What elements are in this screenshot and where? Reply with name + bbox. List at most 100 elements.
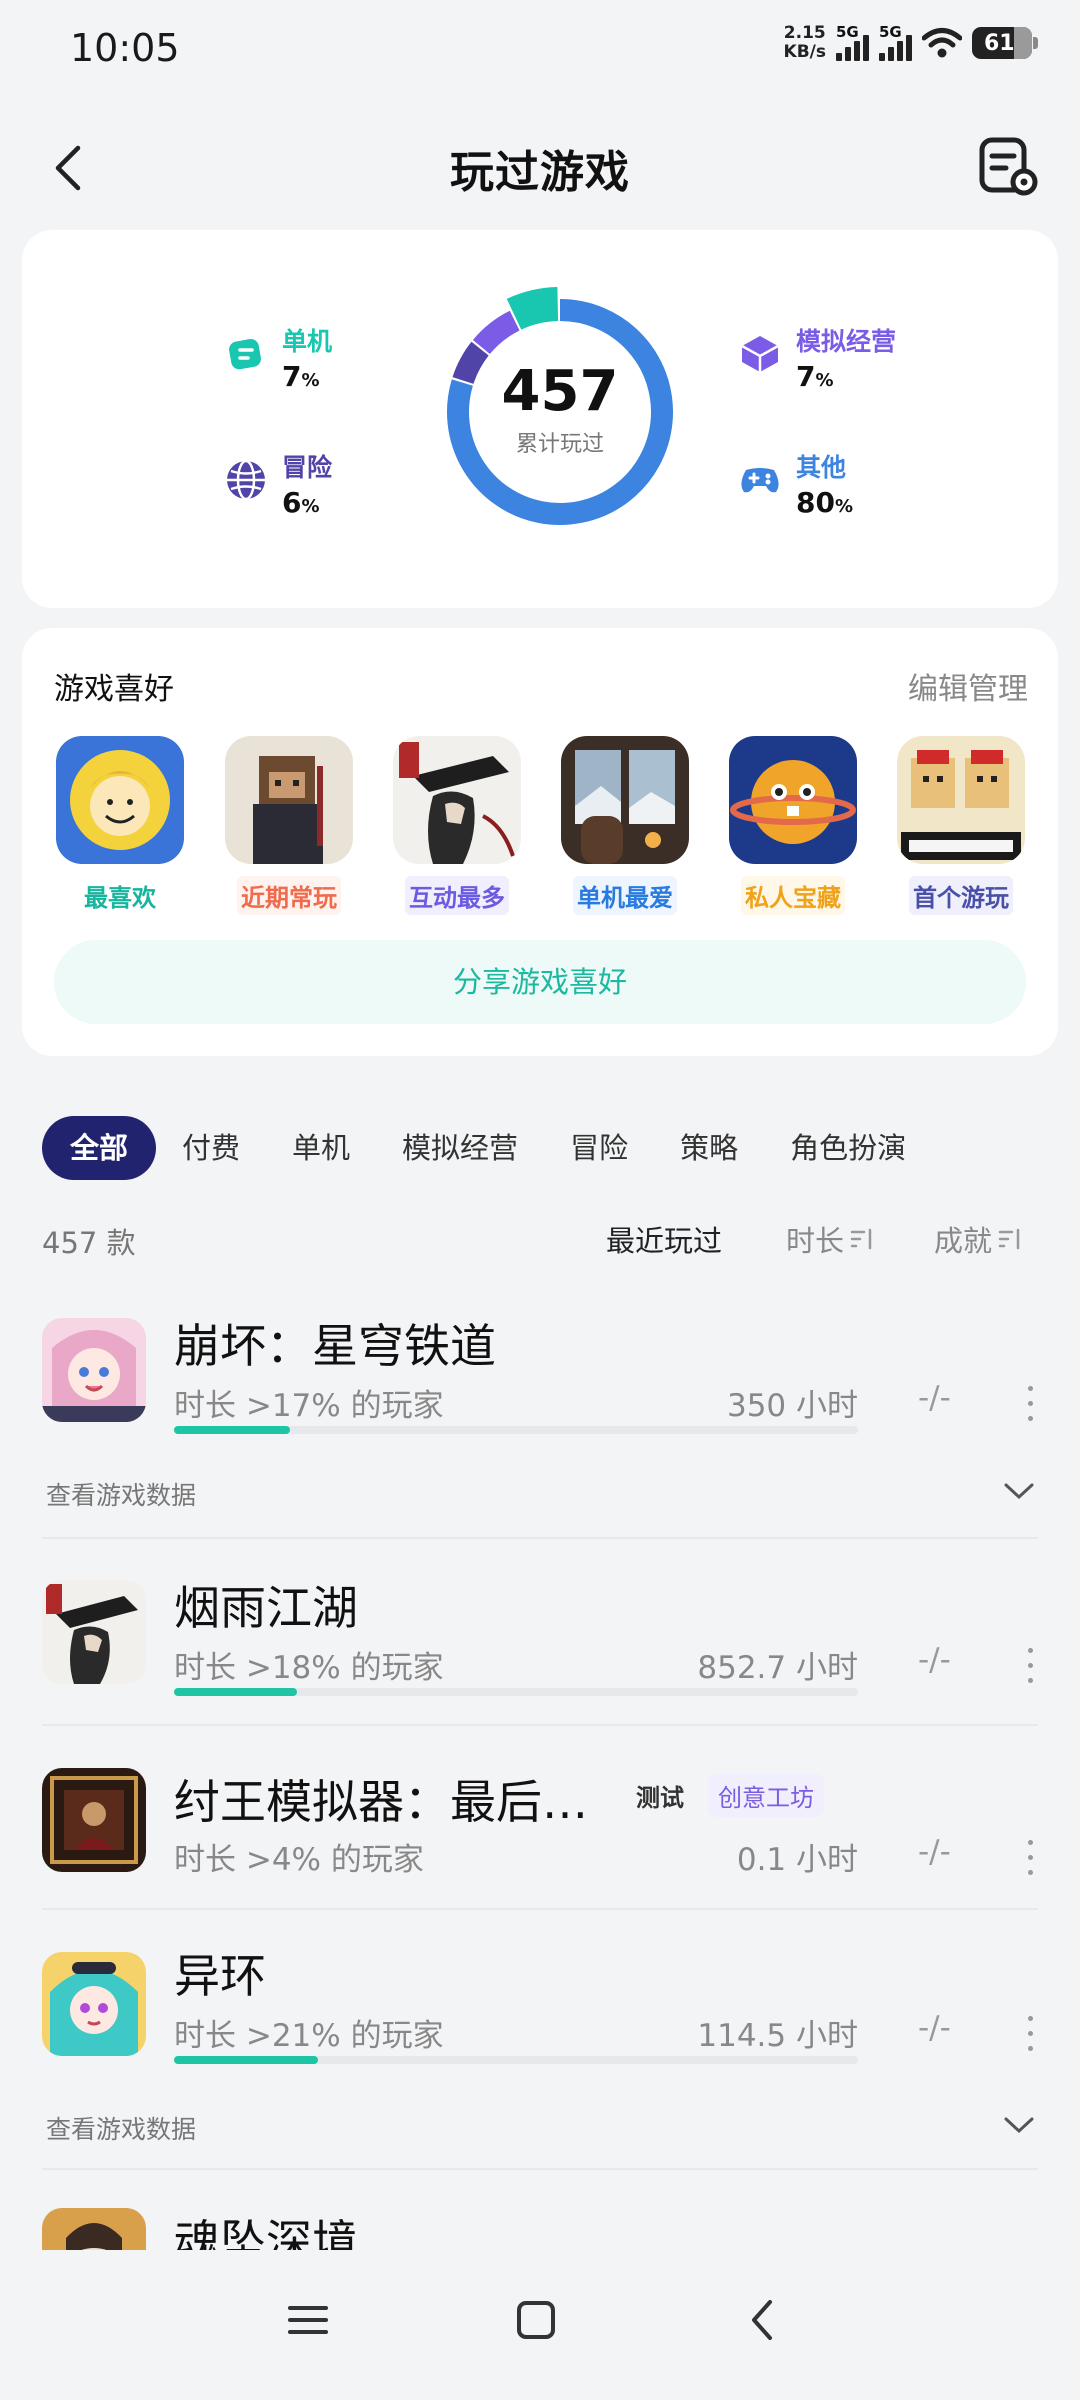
filter-rpg[interactable]: 角色扮演 [764, 1116, 932, 1180]
game-row[interactable]: 烟雨江湖 时长 >18% 的玩家 852.7 小时 -/- [0, 1572, 1080, 1722]
stat-single-player: 单机 7% [224, 322, 332, 393]
game-achievements: -/- [918, 2010, 951, 2046]
game-playtime-rank: 时长 >18% 的玩家 [174, 1650, 444, 1686]
home-icon[interactable] [506, 2290, 566, 2350]
game-title: 异环 [174, 1949, 266, 2003]
more-options-icon[interactable] [1024, 1386, 1036, 1431]
playtime-progress-bar [174, 2056, 858, 2064]
preferences-title: 游戏喜好 [54, 672, 174, 707]
donut-segment-单机 [506, 287, 559, 330]
stat-other: 其他 80% [738, 448, 853, 519]
yanyu-jianghu-icon [42, 1580, 146, 1684]
game-hours: 114.5 小时 [697, 2018, 858, 2054]
list-settings-icon[interactable] [976, 134, 1040, 198]
sort-recent[interactable]: 最近玩过 [606, 1218, 722, 1260]
more-options-icon[interactable] [1024, 1840, 1036, 1885]
pixel-fighter-game-icon [225, 736, 353, 864]
sort-icon [850, 1228, 872, 1250]
divider [42, 1908, 1038, 1910]
menu-icon[interactable] [278, 2290, 338, 2350]
filter-paid[interactable]: 付费 [156, 1116, 266, 1180]
back-icon[interactable] [734, 2290, 794, 2350]
game-title: 纣王模拟器：最后… [174, 1775, 588, 1829]
view-game-data-link[interactable]: 查看游戏数据 [46, 2110, 196, 2146]
network-speed: 2.15 KB/s [783, 23, 826, 62]
divider [42, 1537, 1038, 1539]
sort-icon [998, 1228, 1020, 1250]
filter-single[interactable]: 单机 [266, 1116, 376, 1180]
game-row[interactable]: 纣王模拟器：最后… 测试 创意工坊 时长 >4% 的玩家 0.1 小时 -/- [0, 1756, 1080, 1906]
total-played-caption: 累计玩过 [515, 432, 604, 457]
game-achievements: -/- [918, 1642, 951, 1678]
cube-icon [741, 336, 779, 372]
wifi-icon [922, 28, 962, 58]
donut-center: 457 累计玩过 [422, 360, 698, 458]
sort-achievement[interactable]: 成就 [934, 1218, 1022, 1260]
game-playtime-rank: 时长 >17% 的玩家 [174, 1388, 444, 1424]
app-header: 玩过游戏 [0, 120, 1080, 216]
game-title: 烟雨江湖 [174, 1581, 358, 1635]
globe-icon [227, 459, 265, 501]
share-preferences-button[interactable]: 分享游戏喜好 [54, 940, 1026, 1024]
game-row[interactable]: 异环 时长 >21% 的玩家 114.5 小时 -/- 查看游戏数据 [0, 1940, 1080, 2170]
yihuan-icon [42, 1952, 146, 2056]
honkai-star-rail-icon [42, 1318, 146, 1422]
game-achievements: -/- [918, 1834, 951, 1870]
status-bar: 10:05 2.15 KB/s 5G 5G 61 [0, 0, 1080, 96]
donut-segment-模拟经营 [472, 310, 520, 355]
playtime-progress-bar [174, 1426, 858, 1434]
pref-interaction[interactable]: 互动最多 [392, 736, 522, 915]
playtime-progress-bar [174, 1688, 858, 1696]
filter-strategy[interactable]: 策略 [654, 1116, 764, 1180]
gamepad-single-icon [229, 339, 261, 370]
divider [42, 2168, 1038, 2170]
system-navigation-bar [0, 2250, 1080, 2400]
game-preferences-card: 游戏喜好 编辑管理 最喜欢 近期常玩 互动最多 单机最爱 私人宝藏 首个游玩 分… [22, 628, 1058, 1056]
game-playtime-rank: 时长 >4% 的玩家 [174, 1842, 424, 1878]
stat-adventure: 冒险 6% [224, 448, 332, 519]
status-icons: 2.15 KB/s 5G 5G 61 [783, 23, 1038, 62]
game-row[interactable]: 崩坏：星穹铁道 时长 >17% 的玩家 350 小时 -/- 查看游戏数据 [0, 1310, 1080, 1540]
pref-recent[interactable]: 近期常玩 [224, 736, 354, 915]
pref-favorite[interactable]: 最喜欢 [55, 736, 185, 915]
edit-manage-link[interactable]: 编辑管理 [908, 664, 1028, 708]
salary-pixel-game-icon [897, 736, 1025, 864]
zhouwang-simulator-icon [42, 1768, 146, 1872]
more-options-icon[interactable] [1024, 2016, 1036, 2061]
play-summary-card: 单机 7% 冒险 6% 模拟经营 7% 其他 80% 457 累计玩过 [22, 230, 1058, 608]
winter-window-game-icon [561, 736, 689, 864]
game-achievements: -/- [918, 1380, 951, 1416]
category-filter-bar: 全部 付费 单机 模拟经营 冒险 策略 角色扮演 [42, 1116, 932, 1180]
game-hours: 852.7 小时 [697, 1650, 858, 1686]
divider [42, 1724, 1038, 1726]
filter-adventure[interactable]: 冒险 [544, 1116, 654, 1180]
filter-all[interactable]: 全部 [42, 1116, 157, 1180]
filter-simulation[interactable]: 模拟经营 [376, 1116, 544, 1180]
status-time: 10:05 [70, 26, 180, 70]
signal-sim2-icon: 5G [879, 23, 912, 61]
pref-first-played[interactable]: 首个游玩 [896, 736, 1026, 915]
chevron-down-icon[interactable] [1002, 2114, 1036, 2136]
more-options-icon[interactable] [1024, 1648, 1036, 1693]
yanyu-jianghu-game-icon [393, 736, 521, 864]
pref-private-treasure[interactable]: 私人宝藏 [728, 736, 858, 915]
chevron-down-icon[interactable] [1002, 1480, 1036, 1502]
view-game-data-link[interactable]: 查看游戏数据 [46, 1476, 196, 1512]
planet-critter-game-icon [729, 736, 857, 864]
battery-icon: 61 [972, 27, 1038, 59]
signal-sim1-icon: 5G [836, 23, 869, 61]
fallout-game-icon [56, 736, 184, 864]
beta-tag: 测试 [636, 1784, 684, 1812]
page-title: 玩过游戏 [450, 147, 630, 198]
game-hours: 350 小时 [726, 1388, 858, 1424]
total-played-count: 457 [501, 359, 619, 424]
game-count: 457 款 [42, 1226, 136, 1260]
workshop-tag: 创意工坊 [708, 1774, 824, 1817]
sort-duration[interactable]: 时长 [786, 1218, 874, 1260]
pref-single-favorite[interactable]: 单机最爱 [560, 736, 690, 915]
stat-simulation: 模拟经营 7% [738, 322, 896, 393]
game-title: 崩坏：星穹铁道 [174, 1319, 496, 1373]
game-hours: 0.1 小时 [736, 1842, 858, 1878]
game-playtime-rank: 时长 >21% 的玩家 [174, 2018, 444, 2054]
controller-icon [741, 468, 779, 493]
